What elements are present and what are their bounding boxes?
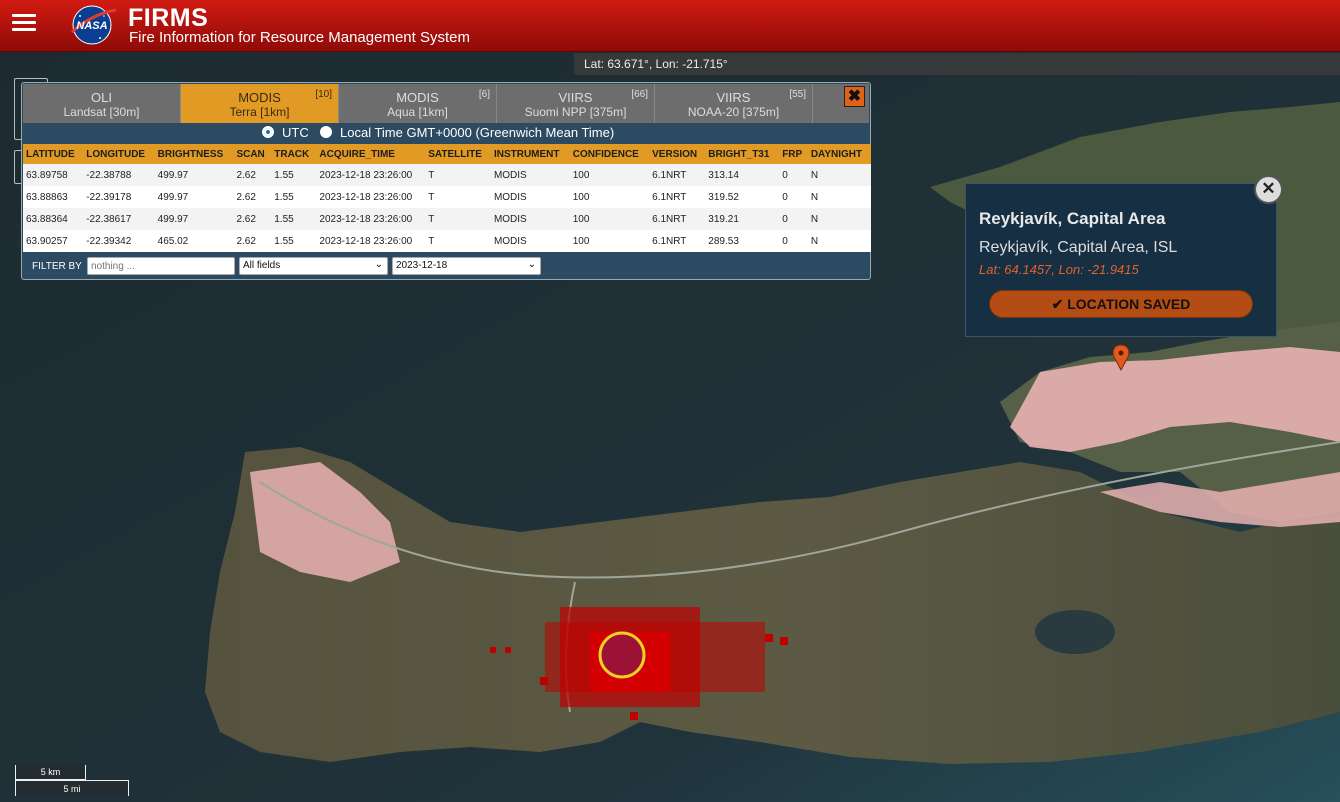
col-latitude[interactable]: LATITUDE [23,144,84,164]
time-mode-toggle: UTC Local Time GMT+0000 (Greenwich Mean … [22,124,870,143]
tab-viirs-suomi-npp[interactable]: [66] VIIRS Suomi NPP [375m] [497,84,655,123]
fire-data-table: LATITUDE LONGITUDE BRIGHTNESS SCAN TRACK… [23,144,871,252]
app-header: NASA FIRMS Fire Information for Resource… [0,0,1340,52]
fire-data-panel: OLI Landsat [30m] [10] MODIS Terra [1km] [… [21,82,871,280]
hamburger-menu-icon[interactable] [12,14,36,36]
location-saved-button[interactable]: ✔ LOCATION SAVED [989,290,1253,318]
field-select[interactable]: All fields ⌄ [239,257,388,275]
popup-title: Reykjavík, Capital Area [979,209,1166,228]
table-row[interactable]: 63.88364 -22.38617 499.97 2.62 1.55 2023-12… [23,208,871,230]
table-row[interactable]: 63.89758 -22.38788 499.97 2.62 1.55 2023-12… [23,164,871,186]
table-row[interactable]: 63.90257 -22.39342 465.02 2.62 1.55 2023-12… [23,230,871,252]
location-popup: Reykjavík, Capital Area Reykjavík, Capit… [965,183,1277,337]
lake [1035,610,1115,654]
cursor-coordinates: Lat: 63.671°, Lon: -21.715° [574,53,1340,75]
col-satellite[interactable]: SATELLITE [425,144,491,164]
col-scan[interactable]: SCAN [233,144,272,164]
local-time-radio[interactable] [320,126,332,138]
popup-subtitle: Reykjavík, Capital Area, ISL [979,239,1178,256]
selected-fire-marker[interactable] [598,631,646,679]
local-time-label: Local Time GMT+0000 (Greenwich Mean Time… [340,125,615,140]
tab-modis-aqua[interactable]: [6] MODIS Aqua [1km] [339,84,497,123]
col-bright-t31[interactable]: BRIGHT_T31 [705,144,780,164]
filter-bar: FILTER BY All fields⌄ 2023-12-18⌄ [22,256,870,278]
popup-coordinates: Lat: 64.1457, Lon: -21.9415 [979,262,1139,277]
table-row[interactable]: 63.88863 -22.39178 499.97 2.62 1.55 2023-12… [23,186,871,208]
app-subtitle: Fire Information for Resource Management… [129,29,470,46]
filter-input[interactable] [87,257,235,275]
scale-bar-km: 5 km [15,765,86,780]
utc-label: UTC [282,125,309,140]
col-version[interactable]: VERSION [649,144,706,164]
col-brightness[interactable]: BRIGHTNESS [154,144,234,164]
chevron-down-icon: ⌄ [527,259,536,270]
popup-close-icon[interactable]: ✕ [1254,175,1283,204]
tab-oli-landsat[interactable]: OLI Landsat [30m] [23,84,181,123]
table-header-row: LATITUDE LONGITUDE BRIGHTNESS SCAN TRACK… [23,144,871,164]
col-longitude[interactable]: LONGITUDE [83,144,155,164]
col-instrument[interactable]: INSTRUMENT [490,144,570,164]
tab-modis-terra[interactable]: [10] MODIS Terra [1km] [181,84,339,123]
col-frp[interactable]: FRP [779,144,808,164]
col-daynight[interactable]: DAYNIGHT [807,144,871,164]
date-select[interactable]: 2023-12-18 ⌄ [392,257,541,275]
col-confidence[interactable]: CONFIDENCE [569,144,650,164]
chevron-down-icon: ⌄ [374,259,383,270]
col-track[interactable]: TRACK [271,144,317,164]
col-acquire-time[interactable]: ACQUIRE_TIME [316,144,426,164]
filter-label: FILTER BY [32,261,82,272]
close-icon[interactable]: ✖ [844,86,865,107]
svg-text:NASA: NASA [76,20,107,32]
tab-viirs-noaa-20[interactable]: [55] VIIRS NOAA-20 [375m] [655,84,813,123]
nasa-logo: NASA [70,5,117,45]
scale-bar-mi: 5 mi [15,780,129,796]
sensor-tabs: OLI Landsat [30m] [10] MODIS Terra [1km] [… [23,84,813,123]
utc-radio[interactable] [262,126,274,138]
